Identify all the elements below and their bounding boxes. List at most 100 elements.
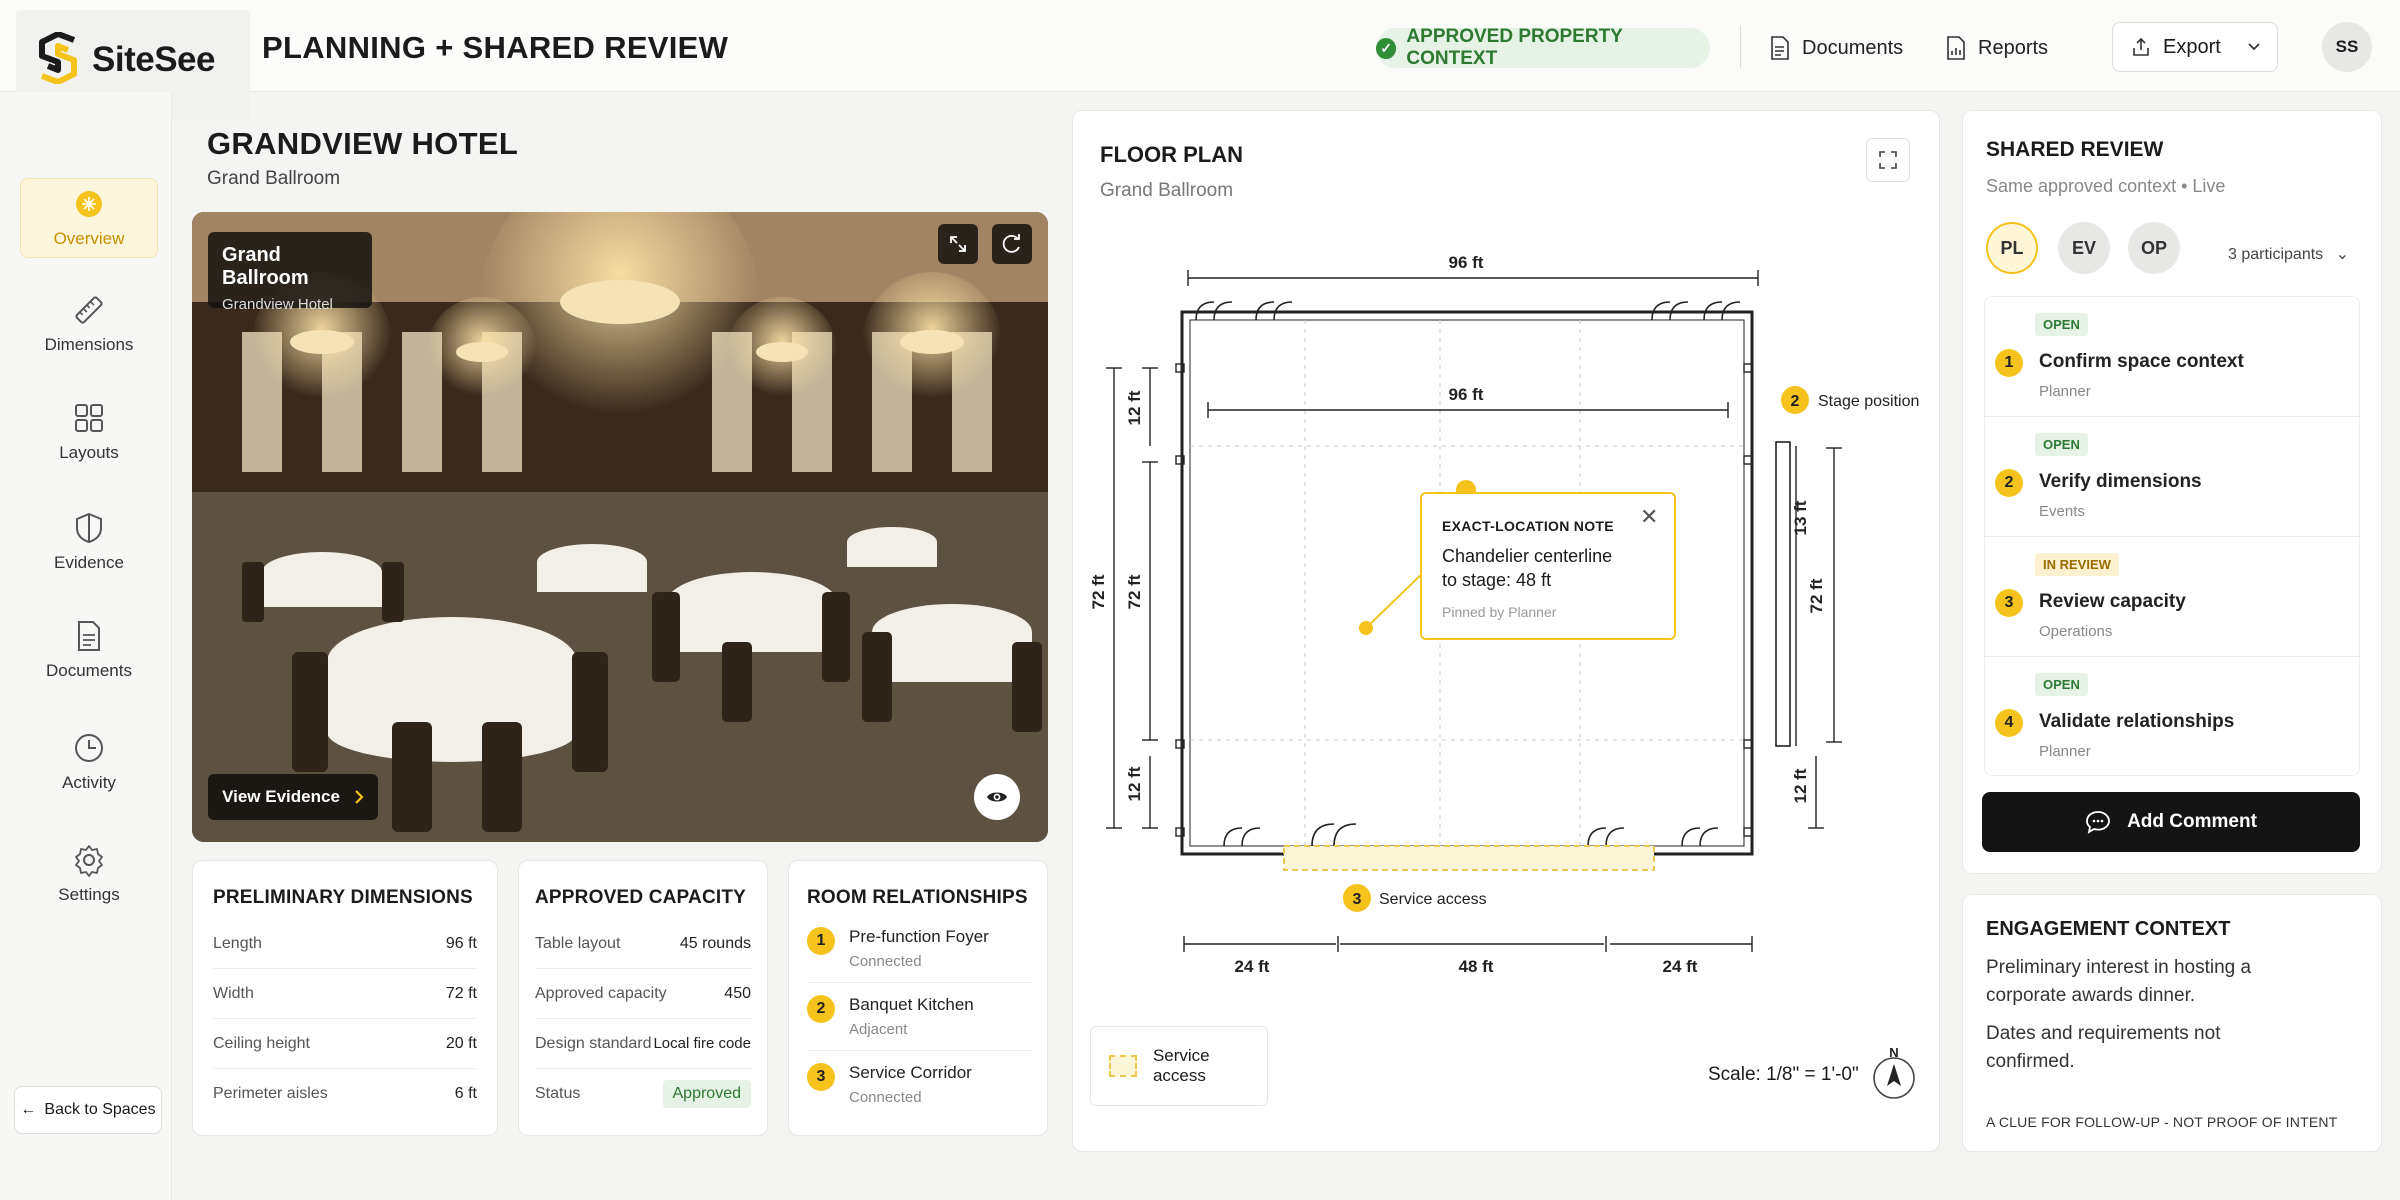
comment-icon (2086, 811, 2110, 834)
status-badge: OPEN (2035, 433, 2088, 456)
review-item-owner: Operations (2039, 623, 2113, 640)
sidebar-item-layouts[interactable]: Layouts (20, 392, 158, 472)
view-evidence-button[interactable]: View Evidence (208, 774, 378, 820)
back-to-spaces-button[interactable]: ← Back to Spaces (14, 1086, 162, 1134)
engagement-title: ENGAGEMENT CONTEXT (1986, 918, 2231, 940)
approved-badge-label: APPROVED PROPERTY CONTEXT (1406, 26, 1623, 69)
exact-location-note[interactable]: EXACT-LOCATION NOTE Chandelier centerlin… (1420, 492, 1676, 640)
reports-link[interactable]: Reports (1946, 32, 2048, 64)
status-badge: IN REVIEW (2035, 553, 2119, 576)
card-title: PRELIMINARY DIMENSIONS (213, 887, 473, 908)
row-value: 20 ft (445, 1034, 477, 1052)
note-pinned-by: Pinned by Planner (1442, 604, 1557, 620)
row-value: 72 ft (445, 984, 477, 1002)
floor-plan-expand-button[interactable] (1866, 138, 1910, 182)
relationship-row[interactable]: 2 Banquet Kitchen Adjacent (807, 983, 1031, 1051)
sitesee-logo-icon (39, 32, 77, 84)
sidebar-item-label: Layouts (59, 443, 119, 462)
relationship-name: Banquet Kitchen (849, 995, 974, 1014)
review-item-title: Validate relationships (2039, 711, 2235, 732)
row-value: 96 ft (445, 934, 477, 952)
review-item[interactable]: OPEN 1 Confirm space context Planner (1985, 297, 2359, 417)
capacity-row: Approved capacity 450 (535, 969, 751, 1019)
sidebar-item-settings[interactable]: Settings (20, 834, 158, 914)
number-badge: 1 (807, 927, 835, 955)
overview-icon (76, 191, 102, 217)
sidebar-item-label: Overview (53, 229, 125, 248)
rotate-button[interactable] (992, 224, 1032, 264)
sidebar-item-activity[interactable]: Activity (20, 722, 158, 802)
relationship-row[interactable]: 3 Service Corridor Connected (807, 1051, 1031, 1118)
sidebar-item-evidence[interactable]: Evidence (20, 502, 158, 582)
ruler-icon (75, 296, 103, 324)
row-label: Perimeter aisles (213, 1085, 328, 1102)
documents-link[interactable]: Documents (1770, 32, 1903, 64)
export-button[interactable]: Export (2112, 22, 2278, 72)
photo-location-label: Grand Ballroom Grandview Hotel (208, 232, 372, 313)
participant-avatar[interactable]: PL (1986, 222, 2038, 274)
dim-left-outer-label: 72 ft (1089, 574, 1108, 609)
photo-label-title: Grand Ballroom (222, 244, 309, 289)
review-item[interactable]: OPEN 2 Verify dimensions Events (1985, 417, 2359, 537)
row-label: Ceiling height (213, 1034, 310, 1052)
fullscreen-button[interactable] (938, 224, 978, 264)
shield-icon (76, 512, 102, 544)
expand-icon (1879, 151, 1897, 169)
header-divider (1740, 26, 1741, 68)
chevron-down-icon: ⌄ (2335, 246, 2350, 263)
card-title: ROOM RELATIONSHIPS (807, 887, 1028, 908)
expand-icon (950, 236, 966, 252)
row-value: 45 rounds (679, 934, 751, 952)
sidebar-item-label: Documents (46, 661, 132, 680)
engagement-footnote: A CLUE FOR FOLLOW-UP - NOT PROOF OF INTE… (1986, 1114, 2338, 1130)
chevron-down-icon (2248, 43, 2260, 51)
approved-context-badge: ✓ APPROVED PROPERTY CONTEXT (1376, 26, 1710, 69)
service-marker-label: Service access (1379, 891, 1487, 908)
row-label: Length (213, 934, 262, 952)
user-avatar[interactable]: SS (2322, 22, 2372, 72)
page-title: PLANNING + SHARED REVIEW (262, 30, 729, 65)
arrow-left-icon: ← (20, 1101, 37, 1118)
stage-marker-number: 2 (1791, 393, 1800, 410)
floor-plan-title: FLOOR PLAN (1100, 142, 1243, 167)
sidebar-item-label: Settings (58, 885, 120, 904)
scale-label: Scale: 1/8" = 1'-0" (1708, 1064, 1859, 1085)
dim-bottom-left-label: 24 ft (1235, 957, 1270, 976)
service-access-swatch (1109, 1055, 1137, 1077)
participant-avatar[interactable]: EV (2058, 222, 2110, 274)
sidebar-item-overview[interactable]: Overview (20, 178, 158, 258)
relationship-name: Service Corridor (849, 1063, 972, 1082)
review-item[interactable]: OPEN 4 Validate relationships Planner (1985, 657, 2359, 777)
sidebar-item-documents[interactable]: Documents (20, 610, 158, 690)
dim-right-mid-label: 72 ft (1807, 578, 1826, 613)
close-icon[interactable]: ✕ (1640, 504, 1658, 530)
participants-dropdown[interactable]: 3 participants ⌄ (2228, 244, 2349, 264)
note-title: EXACT-LOCATION NOTE (1442, 518, 1614, 534)
ballroom-photo: Grand Ballroom Grandview Hotel View Evid… (192, 212, 1048, 842)
sidebar-item-label: Evidence (54, 553, 124, 572)
dim-left-top-label: 12 ft (1125, 390, 1144, 425)
visibility-button[interactable] (974, 774, 1020, 820)
dim-left-bottom-label: 12 ft (1125, 766, 1144, 801)
north-arrow-icon: N (1873, 1046, 1915, 1099)
participant-avatar[interactable]: OP (2128, 222, 2180, 274)
sidebar-item-dimensions[interactable]: Dimensions (20, 284, 158, 364)
rotate-icon (1002, 234, 1020, 253)
engagement-text: Preliminary interest in hosting a corpor… (1986, 957, 2252, 1006)
dimension-row: Perimeter aisles 6 ft (213, 1069, 477, 1119)
row-label: Approved capacity (535, 984, 667, 1002)
export-button-label: Export (2163, 35, 2221, 58)
review-items-list: OPEN 1 Confirm space context Planner OPE… (1984, 296, 2360, 776)
review-item-owner: Planner (2039, 383, 2091, 400)
relationship-type: Connected (849, 953, 922, 970)
dim-inner-label: 96 ft (1449, 385, 1484, 404)
gear-icon (75, 845, 103, 877)
status-badge: OPEN (2035, 313, 2088, 336)
add-comment-button[interactable]: Add Comment (1982, 792, 2360, 852)
relationship-row[interactable]: 1 Pre-function Foyer Connected (807, 915, 1031, 983)
review-item[interactable]: IN REVIEW 3 Review capacity Operations (1985, 537, 2359, 657)
approved-capacity-card: APPROVED CAPACITY Table layout 45 rounds … (518, 860, 768, 1136)
number-badge: 4 (1995, 709, 2023, 737)
view-evidence-label: View Evidence (222, 787, 340, 806)
note-pin-icon[interactable] (1359, 621, 1373, 635)
